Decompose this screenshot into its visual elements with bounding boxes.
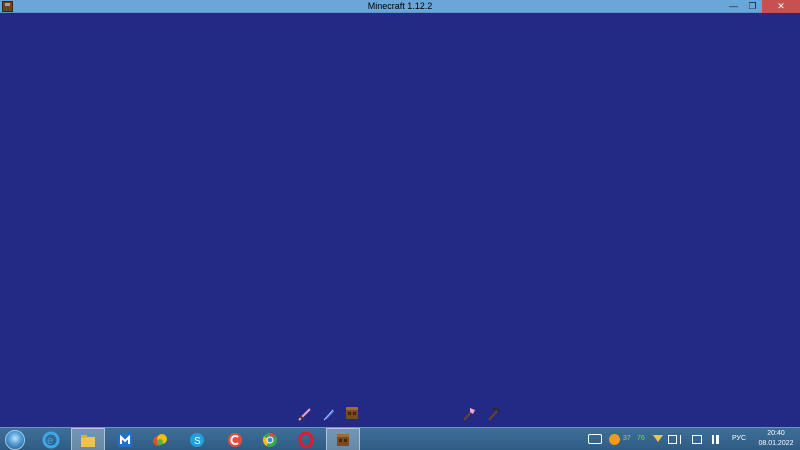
language-indicator[interactable]: РУС xyxy=(732,435,746,442)
window-icon[interactable] xyxy=(668,435,677,444)
internet-explorer-icon[interactable]: e xyxy=(34,428,68,450)
tray-number-1[interactable]: 37 xyxy=(623,435,631,442)
blue-feather-icon xyxy=(321,406,337,422)
flag-icon[interactable] xyxy=(680,435,690,444)
ccleaner-icon[interactable] xyxy=(218,428,252,450)
pink-axe-icon xyxy=(461,406,477,422)
system-tray: 37 76 РУС 20:40 08.01.2022 xyxy=(580,428,800,450)
window-controls: — ❐ ✕ xyxy=(724,0,800,13)
chrome-icon[interactable] xyxy=(253,428,287,450)
start-button[interactable] xyxy=(5,430,25,450)
fruit-app-icon[interactable] xyxy=(143,428,177,450)
title-bar[interactable]: Minecraft 1.12.2 — ❐ ✕ xyxy=(0,0,800,13)
dark-pickaxe-icon xyxy=(486,406,502,422)
skype-icon[interactable]: S xyxy=(180,428,214,450)
svg-text:S: S xyxy=(194,436,201,447)
clock-time[interactable]: 20:40 xyxy=(756,430,796,437)
triangle-icon[interactable] xyxy=(653,435,663,443)
close-button[interactable]: ✕ xyxy=(762,0,800,13)
keyboard-icon[interactable] xyxy=(588,434,602,444)
window-title: Minecraft 1.12.2 xyxy=(367,1,433,11)
svg-text:e: e xyxy=(47,435,53,447)
minimize-button[interactable]: — xyxy=(724,0,743,13)
minecraft-icon[interactable] xyxy=(326,428,360,450)
opera-icon[interactable] xyxy=(289,428,323,450)
game-canvas[interactable] xyxy=(0,13,800,427)
file-explorer-icon[interactable] xyxy=(71,428,105,450)
clock-date[interactable]: 08.01.2022 xyxy=(756,440,796,447)
tray-number-2[interactable]: 76 xyxy=(637,435,645,442)
taskbar: e S 37 76 РУС 20:40 08.01.2022 xyxy=(0,427,800,450)
maximize-button[interactable]: ❐ xyxy=(743,0,762,13)
monitor-icon[interactable] xyxy=(692,435,702,444)
maxthon-icon[interactable] xyxy=(108,428,142,450)
pink-sword-icon xyxy=(297,406,313,422)
battery-icon[interactable] xyxy=(704,435,714,444)
volume-icon[interactable] xyxy=(716,435,726,444)
avast-icon[interactable] xyxy=(609,434,620,445)
crafting-table-icon xyxy=(344,405,360,421)
